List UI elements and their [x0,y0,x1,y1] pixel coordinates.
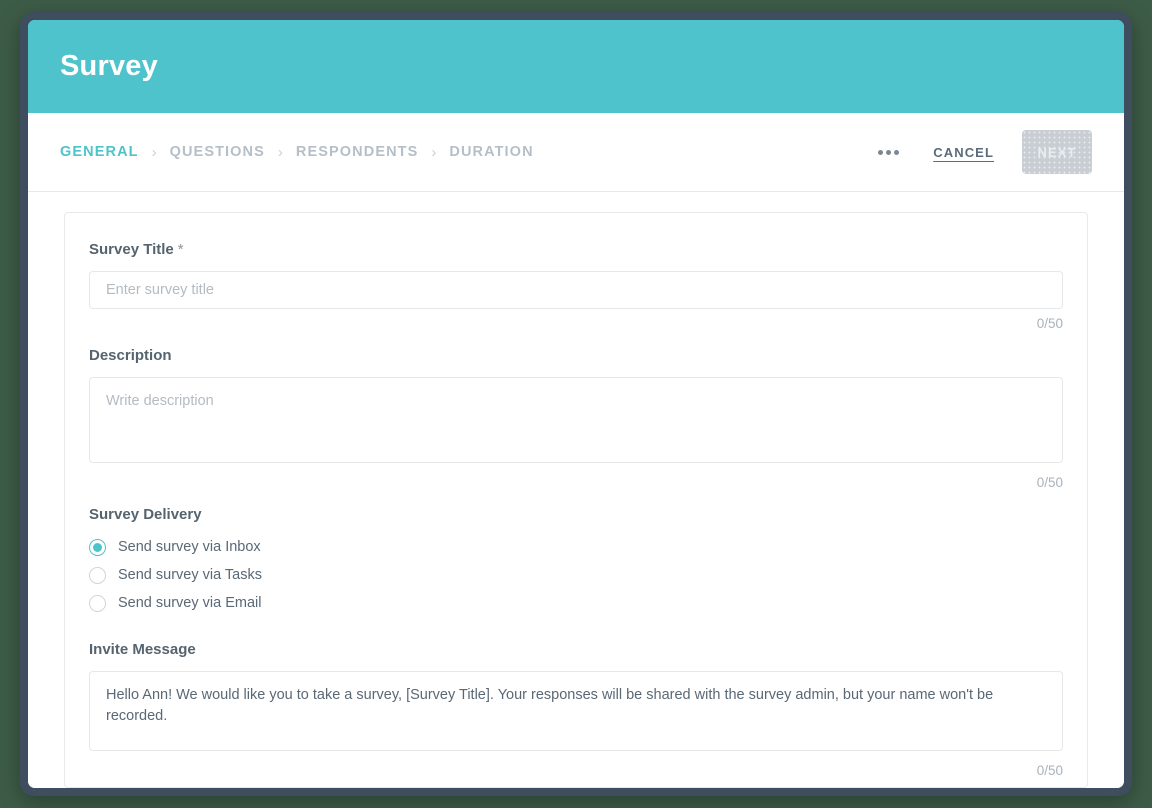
radio-option-inbox-label: Send survey via Inbox [118,539,261,555]
survey-title-counter: 0/50 [1036,316,1063,331]
description-group: Description 0/50 [89,347,1063,490]
description-textarea[interactable] [89,377,1063,463]
page-title: Survey [60,50,158,82]
radio-option-email[interactable]: Send survey via Email [89,589,1063,617]
step-duration[interactable]: DURATION [449,144,533,160]
invite-message-textarea[interactable] [89,671,1063,751]
more-options-icon[interactable] [870,140,907,165]
invite-message-label: Invite Message [89,641,196,658]
chevron-right-icon: › [151,143,157,161]
required-asterisk: * [177,241,184,258]
radio-option-tasks[interactable]: Send survey via Tasks [89,561,1063,589]
window-frame: Survey GENERAL › QUESTIONS › RESPONDENTS… [20,12,1132,796]
invite-message-group: Invite Message 0/50 [89,641,1063,778]
radio-option-inbox[interactable]: Send survey via Inbox [89,533,1063,561]
description-label: Description [89,347,172,364]
radio-selected-icon[interactable] [89,538,106,556]
radio-unselected-icon[interactable] [89,594,106,612]
survey-title-group: Survey Title* 0/50 [89,241,1063,331]
radio-option-tasks-label: Send survey via Tasks [118,567,262,583]
step-questions[interactable]: QUESTIONS [170,144,265,160]
dot [894,149,900,155]
step-nav-bar: GENERAL › QUESTIONS › RESPONDENTS › DURA… [28,113,1124,192]
survey-delivery-label: Survey Delivery [89,506,202,523]
dot [886,149,892,155]
radio-unselected-icon[interactable] [89,566,106,584]
chevron-right-icon: › [277,143,283,161]
app-header: Survey [28,20,1124,113]
content-area: Survey Title* 0/50 Description 0/50 Surv… [28,192,1124,788]
survey-title-label: Survey Title * [89,241,1063,258]
step-general[interactable]: GENERAL [60,144,139,160]
survey-title-label-text: Survey Title [89,241,174,258]
app-window: Survey GENERAL › QUESTIONS › RESPONDENTS… [28,20,1124,788]
invite-message-counter: 0/50 [1036,763,1063,778]
cancel-button[interactable]: CANCEL [931,139,996,166]
next-button[interactable]: NEXT [1022,130,1092,174]
step-respondents[interactable]: RESPONDENTS [296,144,418,160]
description-counter: 0/50 [1036,475,1063,490]
nav-actions: CANCEL NEXT [870,130,1092,174]
dot [878,149,884,155]
survey-delivery-group: Survey Delivery Send survey via Inbox Se… [89,506,1063,617]
breadcrumb: GENERAL › QUESTIONS › RESPONDENTS › DURA… [60,144,870,161]
survey-title-input[interactable] [89,271,1063,309]
chevron-right-icon: › [431,143,437,161]
radio-option-email-label: Send survey via Email [118,595,262,611]
survey-form-card: Survey Title* 0/50 Description 0/50 Surv… [64,212,1088,788]
